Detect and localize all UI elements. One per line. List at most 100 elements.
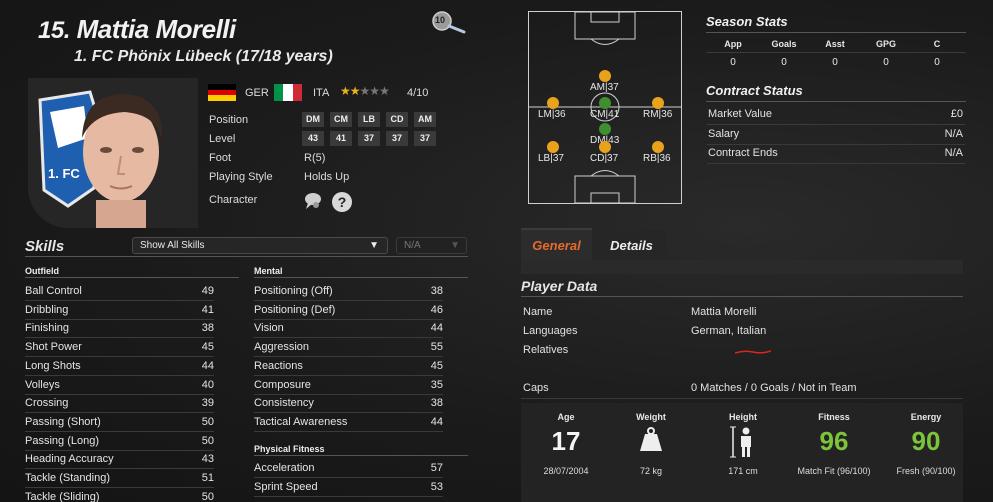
club-line: 1. FC Phönix Lübeck (17/18 years) [74,48,333,65]
skills-title: Skills [25,238,65,255]
skill-row: Reactions 45 [254,357,443,376]
skill-value: 44 [430,415,443,428]
player-face-icon [82,94,163,228]
playing-style-value: Holds Up [304,171,350,183]
energy-status: Fresh (90/100) [896,466,956,476]
season-stat-header: App [724,39,742,49]
skill-name: Composure [254,378,311,391]
skill-row: Tackle (Sliding) 50 [25,488,214,502]
star-icon: ★ [340,84,351,98]
player-data-label: Languages [523,325,578,337]
contract-value: N/A [944,127,963,140]
tab-general[interactable]: General [521,228,592,260]
level-chip: 37 [358,131,380,146]
energy-label: Energy [910,412,942,422]
skill-value: 44 [201,359,214,372]
club-crest-and-portrait: 1. FC [38,90,163,228]
nationality-code-1: GER [245,87,269,99]
player-data-label: Relatives [523,344,569,356]
player-data-label: Name [523,306,553,318]
position-marker-label: LM|36 [538,109,566,120]
skill-row: Positioning (Off) 38 [254,282,443,301]
secondary-filter-value: N/A [404,240,421,251]
position-marker [547,97,559,109]
fitness-label: Fitness [818,412,850,422]
nationality-code-2: ITA [313,87,330,99]
physical-rule [254,455,468,456]
skill-row: Sprint Speed 53 [254,478,443,497]
season-stat-header: Goals [771,39,797,49]
contract-row: Market Value £0 [707,106,965,125]
position-marker [547,141,559,153]
skill-row: Aggression 55 [254,338,443,358]
skill-value: 50 [201,434,214,447]
skill-row: Long Shots 44 [25,357,214,376]
height-value: 171 cm [728,466,758,476]
question-icon[interactable]: ? [331,191,353,213]
star-icon: ★ [369,84,380,98]
skills-filter-select[interactable]: Show All Skills ▼ [132,237,388,254]
outfield-rule [25,277,239,278]
skill-name: Tactical Awareness [254,415,348,428]
vital-height: Height 171 cm [698,403,788,476]
position-marker [652,141,664,153]
position-marker-label: CM|41 [590,109,620,120]
position-marker [599,70,611,82]
skill-value: 39 [201,397,214,410]
squad-number: 15. [38,17,70,44]
vital-fitness: Fitness 96 Match Fit (96/100) [789,403,879,476]
season-stat-header: C [933,39,941,49]
age-label: Age [557,412,575,422]
skill-name: Shot Power [25,341,82,354]
player-title: 15. Mattia Morelli [38,14,236,45]
season-stat-value: 0 [730,57,736,68]
position-marker [599,141,611,153]
position-marker-label: LB|37 [538,153,564,164]
secondary-filter-select[interactable]: N/A ▼ [396,237,467,254]
star-icon: ★ [349,84,361,98]
skill-value: 55 [430,341,443,354]
level-chip: 43 [302,131,324,146]
level-label: Level [209,133,236,145]
skill-name: Vision [254,322,284,335]
skill-value: 50 [201,415,214,428]
season-stats-title: Season Stats [706,14,788,29]
player-data-label: Caps [523,382,549,394]
skill-row: Vision 44 [254,319,443,339]
position-marker-label: RB|36 [643,153,671,164]
level-chip: 37 [386,131,408,146]
player-vitals-panel: Age 17 28/07/2004 Weight 72 kg Height 17… [521,403,963,502]
weight-label: Weight [636,412,666,422]
chevron-down-icon: ▼ [450,240,460,251]
svg-text:?: ? [338,194,347,210]
skill-row: Acceleration 57 [254,459,443,478]
weight-icon [606,426,696,460]
skill-value: 41 [201,303,214,316]
skill-name: Positioning (Def) [254,303,336,316]
chevron-down-icon: ▼ [369,240,379,251]
chat-bubble-icon[interactable] [303,191,323,211]
skill-value: 45 [430,359,443,372]
skill-row: Volleys 40 [25,376,214,395]
skill-name: Dribbling [25,303,69,316]
tab-details[interactable]: Details [596,230,667,262]
position-marker [599,123,611,135]
level-list: 43 41 37 37 37 [302,131,436,146]
skill-row: Passing (Short) 50 [25,413,214,432]
scout-search-button[interactable]: 10 [430,10,470,34]
svg-text:1. FC: 1. FC [48,166,80,181]
skill-row: Finishing 38 [25,319,214,339]
position-marker-label: AM|37 [590,82,619,93]
contract-status-title: Contract Status [706,83,803,98]
skill-name: Crossing [25,397,69,410]
skill-row: Tactical Awareness 44 [254,413,443,432]
flag-germany [208,84,236,102]
contract-row: Salary N/A [707,126,965,145]
physical-heading: Physical Fitness [254,444,325,454]
season-stat-value: 0 [781,57,787,68]
level-chip: 37 [414,131,436,146]
skill-name: Passing (Short) [25,415,101,428]
contract-label: Market Value [708,108,772,120]
skill-row: Dribbling 41 [25,301,214,320]
player-data-title: Player Data [521,278,598,294]
